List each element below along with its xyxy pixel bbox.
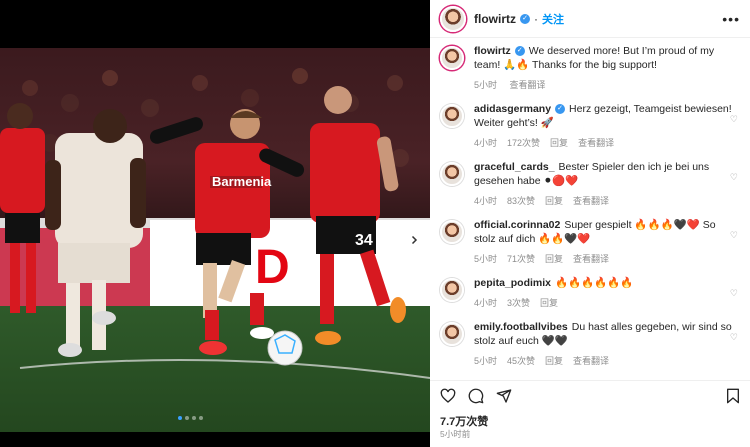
comment-item: official.corinna02 Super gespielt 🔥🔥🔥🖤❤️ … — [440, 218, 740, 266]
comment-reply-link[interactable]: 回复 — [545, 254, 563, 264]
share-button[interactable] — [496, 388, 512, 404]
next-photo-button[interactable] — [405, 231, 423, 249]
carousel-dot — [178, 416, 182, 420]
commenter-avatar[interactable] — [440, 104, 464, 128]
comment-like-count[interactable]: 83次赞 — [507, 196, 535, 206]
comment-like-heart-icon[interactable]: ♡ — [730, 172, 738, 183]
comment-translate-link[interactable]: 查看翻译 — [573, 254, 609, 264]
comment-translate-link[interactable]: 查看翻译 — [573, 356, 609, 366]
author-avatar[interactable] — [440, 5, 466, 32]
commenter-username[interactable]: emily.footballvibes — [474, 321, 568, 333]
commenter-avatar[interactable] — [440, 278, 464, 302]
follow-button[interactable]: 关注 — [542, 11, 564, 27]
post-time: 5小时前 — [440, 429, 471, 439]
comment-time: 5小时 — [474, 356, 498, 366]
comment-meta: 4小时 3次赞 回复 — [474, 296, 736, 310]
comment-button[interactable] — [468, 388, 484, 404]
comment-reply-link[interactable]: 回复 — [550, 138, 568, 148]
author-avatar[interactable] — [440, 46, 464, 70]
commenter-username[interactable]: official.corinna02 — [474, 219, 560, 231]
commenter-username[interactable]: graceful_cards_ — [474, 161, 555, 173]
comment-meta: 4小时 83次赞 回复 查看翻译 — [474, 194, 736, 208]
verified-badge-icon: ✓ — [555, 104, 566, 115]
comment-like-count[interactable]: 71次赞 — [507, 254, 535, 264]
comments-list[interactable]: flowirtz ✓ We deserved more! But I’m proud… — [430, 38, 750, 378]
commenter-avatar[interactable] — [440, 322, 464, 346]
caption-translate-link[interactable]: 查看翻译 — [510, 80, 546, 90]
comment-translate-link[interactable]: 查看翻译 — [573, 196, 609, 206]
more-options-icon[interactable]: ••• — [722, 11, 740, 27]
save-button[interactable] — [726, 388, 740, 404]
comment-reply-link[interactable]: 回复 — [540, 298, 558, 308]
send-icon — [496, 388, 512, 403]
comment-meta: 5小时 45次赞 回复 查看翻译 — [474, 354, 736, 368]
carousel-indicator — [178, 416, 203, 420]
comment-like-count[interactable]: 45次赞 — [507, 356, 535, 366]
shorts-number: 34 — [355, 232, 373, 249]
post-actions — [430, 380, 750, 410]
comment-time: 4小时 — [474, 196, 498, 206]
post-photo[interactable]: D Barmenia 34 — [0, 48, 430, 432]
author-username[interactable]: flowirtz — [474, 12, 516, 26]
comment-item: emily.footballvibes Du hast alles gegeben… — [440, 320, 740, 368]
comment-meta: 4小时 172次赞 回复 查看翻译 — [474, 136, 736, 150]
commenter-username[interactable]: pepita_podimix — [474, 277, 551, 289]
verified-badge-icon: ✓ — [520, 13, 530, 24]
post-side-panel: flowirtz ✓ · 关注 ••• flowirtz ✓ We deserved… — [430, 0, 750, 447]
commenter-avatar[interactable] — [440, 220, 464, 244]
like-button[interactable] — [440, 388, 456, 404]
comment-text: 🔥🔥🔥🔥🔥🔥 — [555, 277, 634, 289]
jersey-text: Barmenia — [212, 174, 272, 189]
comment-like-count[interactable]: 3次赞 — [507, 298, 530, 308]
comment-like-heart-icon[interactable]: ♡ — [730, 288, 738, 299]
comment-time: 4小时 — [474, 298, 498, 308]
caption: flowirtz ✓ We deserved more! But I’m proud… — [440, 44, 740, 92]
post-header: flowirtz ✓ · 关注 ••• — [430, 0, 750, 38]
comment-item: pepita_podimix 🔥🔥🔥🔥🔥🔥 4小时 3次赞 回复 ♡ — [440, 276, 740, 310]
comment-like-heart-icon[interactable]: ♡ — [730, 230, 738, 241]
comment-time: 5小时 — [474, 254, 498, 264]
comment-item: graceful_cards_ Bester Spieler den ich je… — [440, 160, 740, 208]
verified-badge-icon: ✓ — [514, 46, 525, 57]
comment-meta: 5小时 71次赞 回复 查看翻译 — [474, 252, 736, 266]
carousel-dot — [185, 416, 189, 420]
carousel-dot — [192, 416, 196, 420]
comment-like-count[interactable]: 172次赞 — [507, 138, 540, 148]
chevron-right-icon — [411, 235, 418, 245]
caption-username[interactable]: flowirtz — [474, 45, 511, 57]
comment-item: adidasgermany ✓ Herz gezeigt, Teamgeist be… — [440, 102, 740, 150]
comment-like-heart-icon[interactable]: ♡ — [730, 114, 738, 125]
like-count[interactable]: 7.7万次赞 — [440, 413, 488, 429]
comment-translate-link[interactable]: 查看翻译 — [578, 138, 614, 148]
commenter-username[interactable]: adidasgermany — [474, 103, 551, 115]
comment-reply-link[interactable]: 回复 — [545, 356, 563, 366]
commenter-avatar[interactable] — [440, 162, 464, 186]
ad-board-text: D — [255, 241, 290, 294]
post-media: D Barmenia 34 — [0, 0, 430, 447]
comment-like-heart-icon[interactable]: ♡ — [730, 332, 738, 343]
heart-icon — [440, 388, 456, 403]
comment-time: 4小时 — [474, 138, 498, 148]
comment-reply-link[interactable]: 回复 — [545, 196, 563, 206]
separator-dot: · — [534, 11, 538, 26]
caption-time: 5小时 — [474, 80, 498, 90]
carousel-dot — [199, 416, 203, 420]
football-match-photo: D Barmenia 34 — [0, 48, 430, 432]
bookmark-icon — [727, 388, 739, 403]
comment-icon — [468, 388, 484, 403]
